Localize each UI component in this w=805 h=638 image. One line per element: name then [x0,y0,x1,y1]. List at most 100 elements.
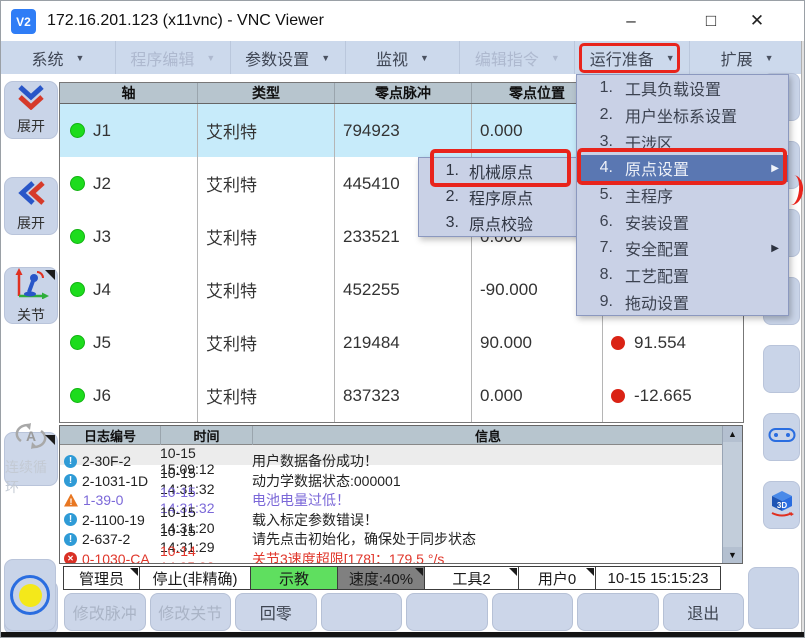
joint-robot-icon [12,267,50,304]
axis-name: J4 [93,280,111,300]
axis-type: 艾利特 [197,157,334,210]
axis-type: 艾利特 [197,369,334,422]
col-log-message: 信息 [252,426,723,445]
axis-status-green-icon [70,388,85,403]
menu-monitor[interactable]: 监视▼ [345,41,460,74]
axis-status-green-icon [70,123,85,138]
status-bar: 管理员 停止(非精确) 示教 速度:40% 工具2 用户0 10-15 15:1… [64,566,744,590]
axis-type: 艾利特 [197,263,334,316]
warning-icon [64,494,78,507]
log-id: 2-1100-19 [82,512,145,528]
button-label: 关节 [17,305,45,325]
bottom-button-row: 修改脉冲 修改关节 回零 退出 [64,593,744,631]
menu-label: 程序编辑 [130,46,194,70]
blank-button [577,593,659,631]
col-axis: 轴 [60,83,197,103]
menu-extension[interactable]: 扩展 ▼ [689,41,804,74]
chevron-down-icon: ▼ [551,53,560,63]
axis-pulse: 452255 [334,263,471,316]
status-role[interactable]: 管理员 [63,566,140,590]
exit-button[interactable]: 退出 [663,593,745,631]
menu-item-safety-config[interactable]: 7.安全配置▶ [577,235,788,262]
menu-item-process-config[interactable]: 8.工艺配置 [577,262,788,289]
table-row[interactable]: J5 艾利特 219484 90.000 91.554 [60,316,743,369]
submenu-arrow-icon: ▶ [771,243,779,254]
axis-type: 艾利特 [197,210,334,263]
menu-item-drag-settings[interactable]: 9.拖动设置 [577,288,788,315]
window-bottom-edge [1,632,804,638]
log-id: 0-1030-CA [82,551,150,565]
chevron-down-icon: ▼ [75,53,84,63]
maximize-button[interactable]: □ [686,1,736,41]
right-panel-button[interactable] [763,345,800,393]
menu-item-install-settings[interactable]: 6.安装设置 [577,208,788,235]
svg-text:A: A [26,428,36,444]
expand-vertical-button[interactable]: 展开 [4,81,58,139]
button-label: 展开 [17,116,45,136]
menu-item-user-coord[interactable]: 2.用户坐标系设置 [577,102,788,129]
button-label: 连续循环 [5,457,57,497]
log-scrollbar[interactable]: ▲ ▼ [722,426,742,563]
info-icon [64,474,77,487]
axis-status-green-icon [70,282,85,297]
log-message: 载入标定参数错误！ [252,510,723,530]
window-edge [801,41,805,632]
blank-button [321,593,403,631]
status-speed[interactable]: 速度:40% [337,566,425,590]
return-zero-button[interactable]: 回零 [235,593,317,631]
log-id: 2-637-2 [82,531,130,547]
close-button[interactable]: ✕ [732,1,782,41]
menu-label: 扩展 [721,46,753,70]
menu-parameter-settings[interactable]: 参数设置▼ [230,41,345,74]
col-zero-pulse: 零点脉冲 [334,83,471,103]
joint-coordinate-button[interactable]: 关节 [4,267,58,324]
cube-3d-icon: 3D [768,489,796,522]
menu-system[interactable]: 系统▼ [1,41,115,74]
menu-item-main-program[interactable]: 5.主程序 [577,182,788,209]
col-type: 类型 [197,83,334,103]
submenu-item-origin-check[interactable]: 3.原点校验 [419,210,579,236]
menu-label: 编辑指令 [475,46,539,70]
button-label: 展开 [17,213,45,233]
menu-label: 监视 [376,46,408,70]
annotation-box-origin-settings [577,148,787,185]
title-bar: V2 172.16.201.123 (x11vnc) - VNC Viewer … [1,1,804,41]
table-row[interactable]: J6 艾利特 837323 0.000 -12.665 [60,369,743,422]
status-user-frame[interactable]: 用户0 [518,566,596,590]
log-panel: 日志编号 时间 信息 2-30F-2 10-15 15:09:12 用户数据备份… [59,425,743,564]
log-header: 日志编号 时间 信息 [60,426,723,445]
log-message: 电池电量过低！ [252,490,723,510]
status-tool[interactable]: 工具2 [424,566,519,590]
menu-item-tool-load[interactable]: 1.工具负载设置 [577,75,788,102]
gamepad-icon [768,425,796,450]
menu-edit-command: 编辑指令 ▼ [459,41,574,74]
axis-current: 91.554 [634,333,686,353]
axis-pulse: 219484 [334,316,471,369]
submenu-item-program-origin[interactable]: 2.程序原点 [419,184,579,210]
minimize-button[interactable]: – [606,1,656,41]
expand-horizontal-button[interactable]: 展开 [4,177,58,235]
gamepad-button[interactable] [763,413,800,461]
log-message: 请先点击初始化，确保处于同步状态 [252,529,723,549]
chevron-down-icon: ▼ [321,53,330,63]
view-3d-button[interactable]: 3D [763,481,800,529]
col-log-id: 日志编号 [60,426,160,445]
servo-status-button[interactable] [4,559,56,631]
chevron-down-icon: ▼ [765,53,774,63]
modify-joint-button: 修改关节 [150,593,232,631]
status-clock: 10-15 15:15:23 [595,566,721,590]
scroll-down-icon[interactable]: ▼ [723,547,742,563]
servo-indicator-icon [10,575,50,615]
blank-button [406,593,488,631]
log-row[interactable]: 2-30F-2 10-15 15:09:12 用户数据备份成功！ [60,445,723,465]
scroll-up-icon[interactable]: ▲ [723,426,742,442]
axis-alarm-red-icon [611,336,625,350]
axis-type: 艾利特 [197,316,334,369]
axis-name: J2 [93,174,111,194]
menu-program-edit: 程序编辑▼ [115,41,230,74]
axis-position: 90.000 [471,316,602,369]
status-mode-teach: 示教 [250,566,338,590]
run-prepare-dropdown: 1.工具负载设置 2.用户坐标系设置 3.干涉区 4.原点设置▶ 5.主程序 6… [576,74,789,316]
right-panel-button[interactable] [748,567,799,629]
vnc-viewer-window: V2 172.16.201.123 (x11vnc) - VNC Viewer … [0,0,805,638]
